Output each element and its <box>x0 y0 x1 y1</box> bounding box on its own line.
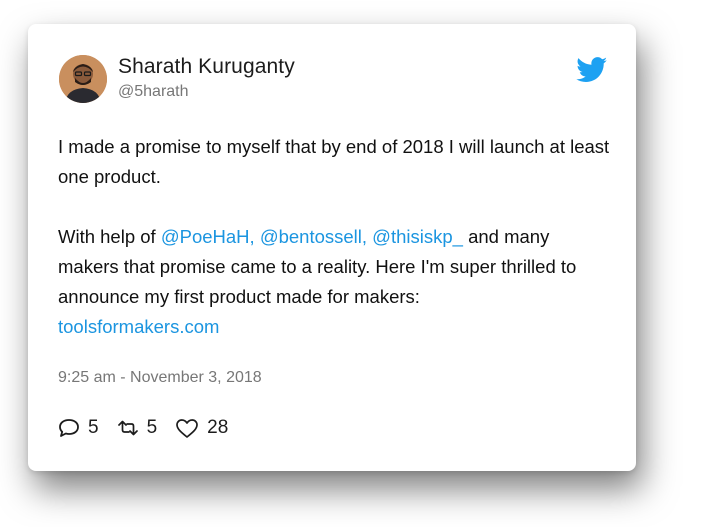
tweet-paragraph-1: I made a promise to myself that by end o… <box>58 136 610 187</box>
reply-button[interactable]: 5 <box>58 417 99 439</box>
mention-links[interactable]: @PoeHaH, @bentossell, @thisiskp_ <box>161 226 463 247</box>
reply-count: 5 <box>88 417 99 438</box>
twitter-bird-icon[interactable] <box>576 57 608 83</box>
author-name[interactable]: Sharath Kuruganty <box>118 55 295 79</box>
tweet-card: Sharath Kuruganty @5harath I made a prom… <box>28 24 636 471</box>
user-avatar-photo <box>59 55 107 103</box>
retweet-icon <box>117 420 138 436</box>
tweet-text-prefix: With help of <box>58 226 161 247</box>
author-handle[interactable]: @5harath <box>118 83 189 101</box>
product-link[interactable]: toolsformakers.com <box>58 316 219 337</box>
author-avatar[interactable] <box>59 55 107 103</box>
like-count: 28 <box>207 417 229 438</box>
like-button[interactable]: 28 <box>175 417 228 439</box>
tweet-paragraph-2: With help of @PoeHaH, @bentossell, @this… <box>58 222 613 342</box>
tweet-actions: 5 5 28 <box>58 417 246 439</box>
reply-icon <box>59 419 79 437</box>
tweet-timestamp[interactable]: 9:25 am - November 3, 2018 <box>58 369 262 387</box>
retweet-count: 5 <box>146 417 158 438</box>
heart-icon <box>176 418 199 438</box>
retweet-button[interactable]: 5 <box>117 417 158 439</box>
tweet-text: I made a promise to myself that by end o… <box>58 132 613 342</box>
